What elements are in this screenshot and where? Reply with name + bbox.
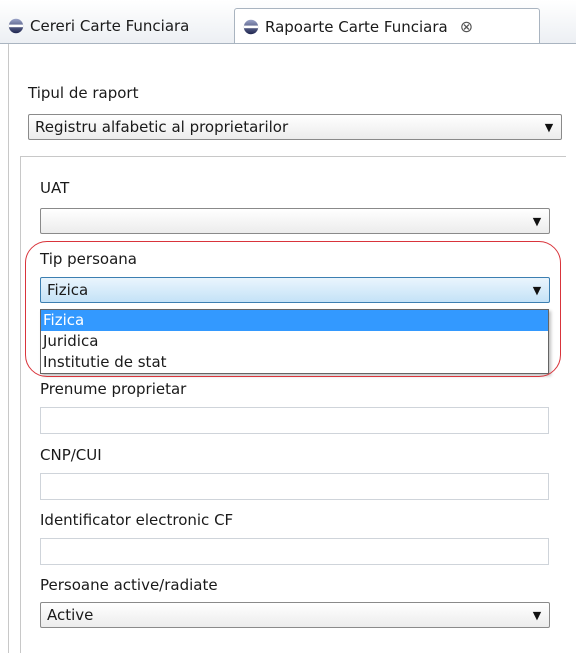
chevron-down-icon: ▼ xyxy=(532,214,542,228)
persons-status-label: Persoane active/radiate xyxy=(40,576,218,594)
cf-electronic-id-field[interactable] xyxy=(40,538,549,565)
person-type-label: Tip persoana xyxy=(40,250,137,268)
tab-rapoarte-carte-funciara[interactable]: Rapoarte Carte Funciara ⊗ xyxy=(234,8,540,44)
persons-status-value: Active xyxy=(47,606,94,624)
group-border xyxy=(20,156,21,653)
close-icon[interactable]: ⊗ xyxy=(460,17,473,36)
dropdown-option-fizica[interactable]: Fizica xyxy=(41,310,548,331)
eclipse-sphere-icon xyxy=(243,19,259,34)
dropdown-option-institutie-de-stat[interactable]: Institutie de stat xyxy=(41,352,548,373)
person-type-select[interactable]: Fizica ▼ xyxy=(40,277,550,303)
owner-first-name-field[interactable] xyxy=(40,407,549,434)
tab-cereri-carte-funciara[interactable]: Cereri Carte Funciara xyxy=(0,8,233,43)
persons-status-select[interactable]: Active ▼ xyxy=(40,602,550,628)
cf-electronic-id-label: Identificator electronic CF xyxy=(40,511,234,529)
group-border-top xyxy=(20,156,566,157)
uat-label: UAT xyxy=(40,179,70,197)
report-type-value: Registru alfabetic al proprietarilor xyxy=(35,118,289,136)
report-type-select[interactable]: Registru alfabetic al proprietarilor ▼ xyxy=(28,114,562,140)
chevron-down-icon: ▼ xyxy=(544,120,554,134)
dropdown-option-juridica[interactable]: Juridica xyxy=(41,331,548,352)
cnp-cui-label: CNP/CUI xyxy=(40,446,102,464)
tab-label: Cereri Carte Funciara xyxy=(30,16,190,35)
chevron-down-icon: ▼ xyxy=(532,283,542,297)
tab-label: Rapoarte Carte Funciara xyxy=(265,17,448,36)
panel-border xyxy=(8,44,9,653)
person-type-dropdown-list: Fizica Juridica Institutie de stat xyxy=(40,309,549,374)
eclipse-sphere-icon xyxy=(8,18,24,33)
tab-strip-divider xyxy=(0,43,576,44)
cnp-cui-field[interactable] xyxy=(40,473,549,500)
owner-first-name-label: Prenume proprietar xyxy=(40,380,187,398)
editor-tab-strip: Cereri Carte Funciara Rapoarte Carte Fun… xyxy=(0,0,576,44)
chevron-down-icon: ▼ xyxy=(532,608,542,622)
person-type-value: Fizica xyxy=(47,281,89,299)
report-type-label: Tipul de raport xyxy=(28,84,139,102)
uat-select[interactable]: ▼ xyxy=(40,208,550,234)
